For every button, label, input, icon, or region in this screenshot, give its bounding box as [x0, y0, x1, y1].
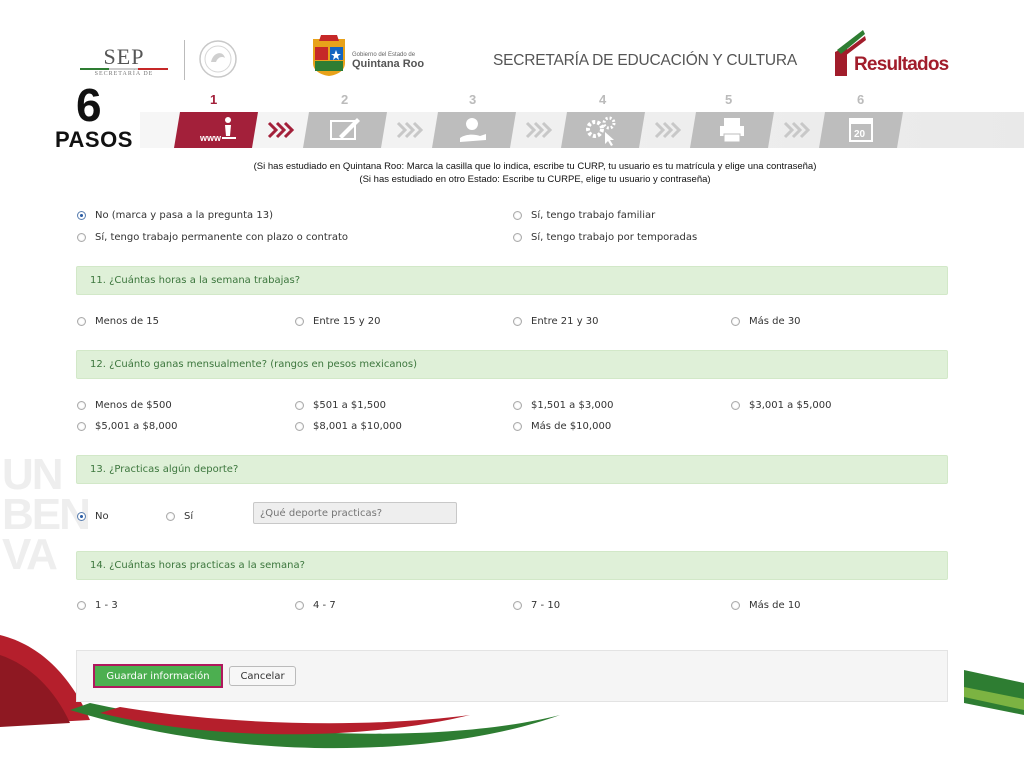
option-label: 1 - 3: [95, 600, 118, 611]
question-14-header: 14. ¿Cuántas horas practicas a la semana…: [76, 551, 948, 580]
radio-button[interactable]: [77, 512, 86, 521]
option-label: Más de 10: [749, 600, 801, 611]
radio-button[interactable]: [77, 401, 86, 410]
cancel-button[interactable]: Cancelar: [229, 666, 296, 686]
radio-button[interactable]: [295, 401, 304, 410]
q11-option-1[interactable]: Menos de 15: [77, 316, 159, 327]
radio-button[interactable]: [731, 401, 740, 410]
radio-button[interactable]: [513, 317, 522, 326]
save-button[interactable]: Guardar información: [93, 664, 223, 688]
sport-input[interactable]: [253, 502, 457, 524]
option-label: $8,001 a $10,000: [313, 421, 402, 432]
q14-option-3[interactable]: 7 - 10: [513, 600, 560, 611]
q13-option-no[interactable]: No: [77, 511, 109, 522]
q10-option-temporadas[interactable]: Sí, tengo trabajo por temporadas: [513, 232, 697, 243]
q10-option-permanente[interactable]: Sí, tengo trabajo permanente con plazo o…: [77, 232, 348, 243]
question-11-header: 11. ¿Cuántas horas a la semana trabajas?: [76, 266, 948, 295]
radio-button[interactable]: [166, 512, 175, 521]
option-label: $3,001 a $5,000: [749, 400, 832, 411]
radio-button[interactable]: [77, 211, 86, 220]
radio-button[interactable]: [295, 317, 304, 326]
option-label: $501 a $1,500: [313, 400, 386, 411]
radio-button[interactable]: [295, 422, 304, 431]
q12-option-1[interactable]: Menos de $500: [77, 400, 172, 411]
question-13-header: 13. ¿Practicas algún deporte?: [76, 455, 948, 484]
q11-option-3[interactable]: Entre 21 y 30: [513, 316, 599, 327]
q14-option-4[interactable]: Más de 10: [731, 600, 801, 611]
option-label: 7 - 10: [531, 600, 561, 611]
q14-option-2[interactable]: 4 - 7: [295, 600, 336, 611]
option-label: Más de $10,000: [531, 421, 612, 432]
q12-option-3[interactable]: $1,501 a $3,000: [513, 400, 613, 411]
radio-button[interactable]: [513, 233, 522, 242]
radio-button[interactable]: [513, 601, 522, 610]
q13-option-si[interactable]: Sí: [166, 511, 193, 522]
option-label: $5,001 a $8,000: [95, 421, 178, 432]
q12-option-6[interactable]: $8,001 a $10,000: [295, 421, 402, 432]
option-label: 4 - 7: [313, 600, 336, 611]
option-label: Entre 15 y 20: [313, 316, 381, 327]
option-label: Más de 30: [749, 316, 801, 327]
q12-option-4[interactable]: $3,001 a $5,000: [731, 400, 831, 411]
scroll-fade: [0, 188, 1024, 212]
option-label: $1,501 a $3,000: [531, 400, 614, 411]
radio-button[interactable]: [77, 422, 86, 431]
radio-button[interactable]: [77, 317, 86, 326]
q12-option-5[interactable]: $5,001 a $8,000: [77, 421, 177, 432]
option-label: Sí, tengo trabajo por temporadas: [531, 232, 698, 243]
radio-button[interactable]: [295, 601, 304, 610]
radio-button[interactable]: [77, 233, 86, 242]
option-label: Menos de 15: [95, 316, 160, 327]
q11-option-4[interactable]: Más de 30: [731, 316, 801, 327]
radio-button[interactable]: [513, 401, 522, 410]
q12-option-2[interactable]: $501 a $1,500: [295, 400, 386, 411]
option-label: No: [95, 511, 109, 522]
slide: SEP SECRETARÍA DE Gobierno del Estado de…: [0, 0, 1024, 768]
radio-button[interactable]: [731, 601, 740, 610]
survey-form: No (marca y pasa a la pregunta 13) Sí, t…: [0, 0, 1024, 768]
radio-button[interactable]: [513, 211, 522, 220]
option-label: Entre 21 y 30: [531, 316, 599, 327]
radio-button[interactable]: [77, 601, 86, 610]
option-label: Sí: [184, 511, 194, 522]
option-label: Sí, tengo trabajo permanente con plazo o…: [95, 232, 349, 243]
q14-option-1[interactable]: 1 - 3: [77, 600, 118, 611]
q12-option-7[interactable]: Más de $10,000: [513, 421, 611, 432]
radio-button[interactable]: [513, 422, 522, 431]
radio-button[interactable]: [731, 317, 740, 326]
option-label: Menos de $500: [95, 400, 172, 411]
q11-option-2[interactable]: Entre 15 y 20: [295, 316, 381, 327]
question-12-header: 12. ¿Cuánto ganas mensualmente? (rangos …: [76, 350, 948, 379]
